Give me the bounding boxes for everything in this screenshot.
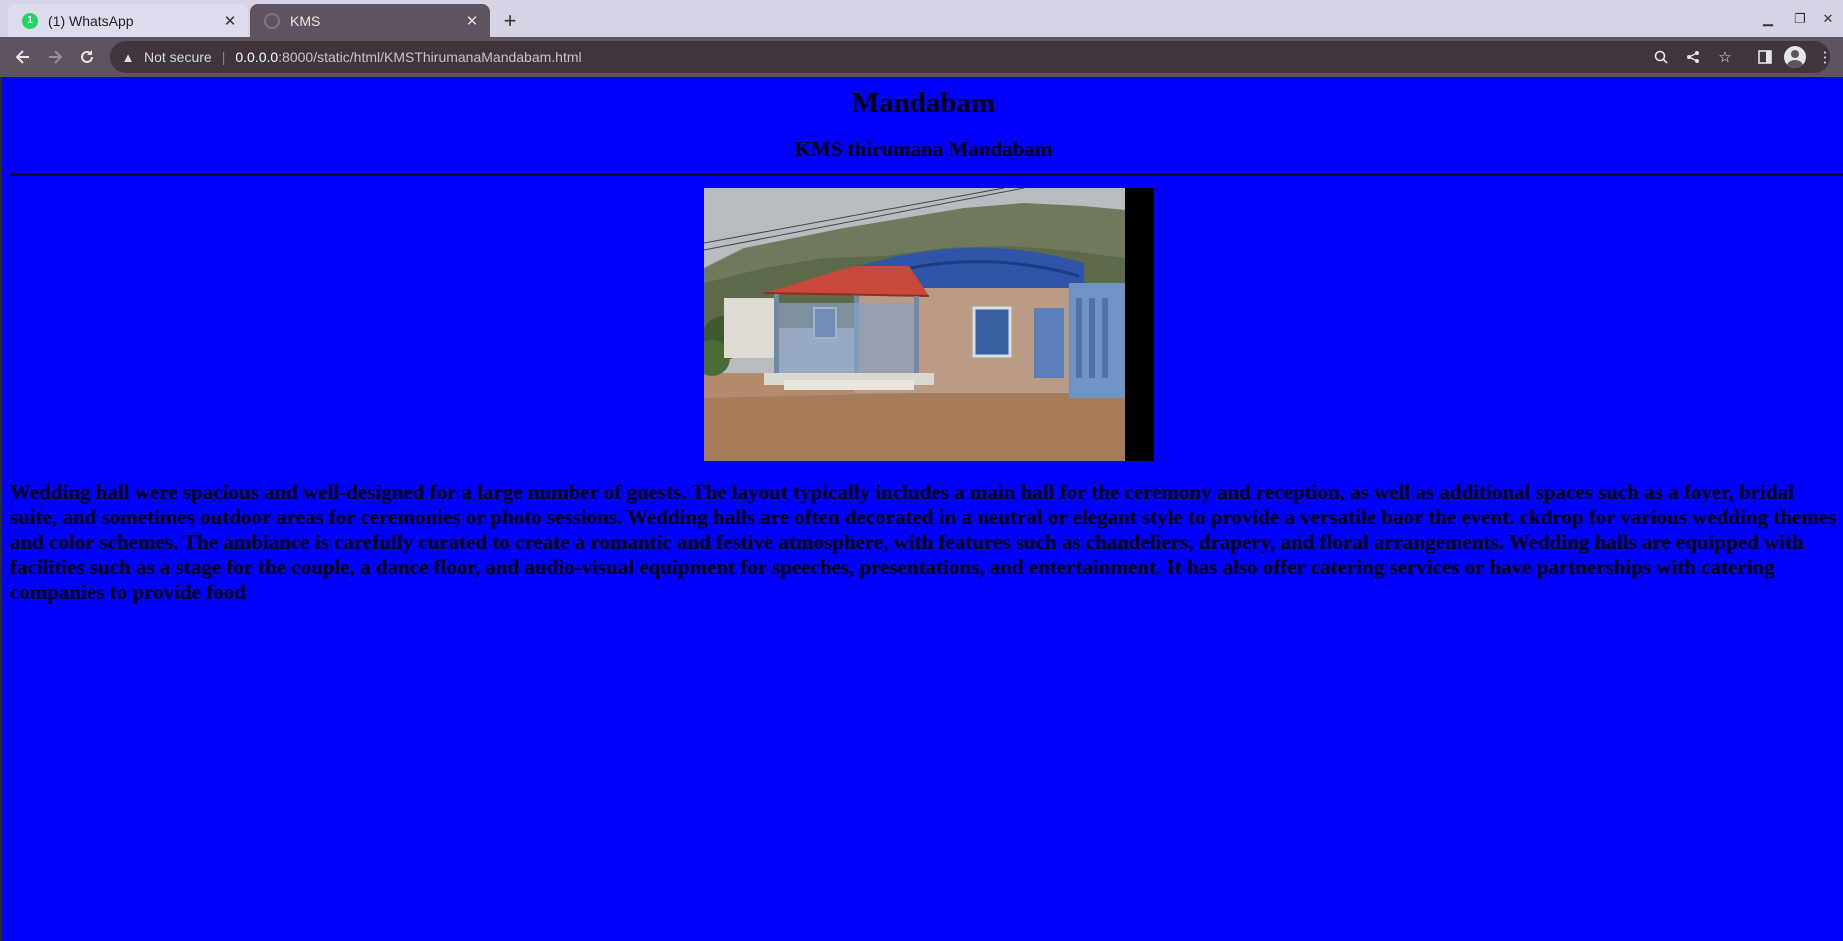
profile-avatar-icon[interactable] xyxy=(1784,46,1806,68)
menu-icon[interactable]: ⋮ xyxy=(1814,46,1836,68)
separator: | xyxy=(221,49,226,65)
tab-whatsapp[interactable]: 1 (1) WhatsApp ✕ xyxy=(8,4,248,37)
browser-toolbar: ▲ Not secure | 0.0.0.0 :8000/static/html… xyxy=(0,37,1843,77)
tab-strip: 1 (1) WhatsApp ✕ KMS ✕ + ▁ ❐ ✕ xyxy=(0,0,1843,37)
url-host: 0.0.0.0 xyxy=(235,49,279,65)
address-bar[interactable]: ▲ Not secure | 0.0.0.0 :8000/static/html… xyxy=(110,41,1830,73)
close-window-icon[interactable]: ✕ xyxy=(1817,8,1839,30)
horizontal-rule xyxy=(10,173,1843,176)
page-title: Mandabam xyxy=(851,87,996,119)
wedding-hall-photo xyxy=(704,188,1154,461)
url-path: :8000/static/html/KMSThirumanaMandabam.h… xyxy=(278,49,582,65)
description-paragraph: Wedding hall were spacious and well-desi… xyxy=(10,480,1837,604)
restore-icon[interactable]: ❐ xyxy=(1789,8,1811,30)
new-tab-button[interactable]: + xyxy=(497,8,523,34)
page-icon xyxy=(264,12,280,29)
bookmark-star-icon[interactable]: ☆ xyxy=(1714,46,1736,68)
side-panel-icon[interactable] xyxy=(1754,46,1776,68)
minimize-icon[interactable]: ▁ xyxy=(1757,8,1779,30)
tab-title: KMS xyxy=(290,12,321,29)
tab-kms[interactable]: KMS ✕ xyxy=(250,4,490,37)
page-viewport: Mandabam KMS thirumana Mandabam Wedding … xyxy=(0,77,1843,941)
close-tab-icon[interactable]: ✕ xyxy=(462,11,482,31)
share-icon[interactable] xyxy=(1682,46,1704,68)
security-label: Not secure xyxy=(144,49,212,65)
close-tab-icon[interactable]: ✕ xyxy=(220,11,240,31)
forward-icon[interactable] xyxy=(42,44,68,70)
zoom-icon[interactable] xyxy=(1650,46,1672,68)
reload-icon[interactable] xyxy=(74,44,100,70)
back-icon[interactable] xyxy=(10,44,36,70)
tab-title: (1) WhatsApp xyxy=(48,12,134,29)
page-subtitle: KMS thirumana Mandabam xyxy=(794,137,1053,161)
whatsapp-icon: 1 xyxy=(22,12,38,29)
warning-icon[interactable]: ▲ xyxy=(120,49,136,65)
